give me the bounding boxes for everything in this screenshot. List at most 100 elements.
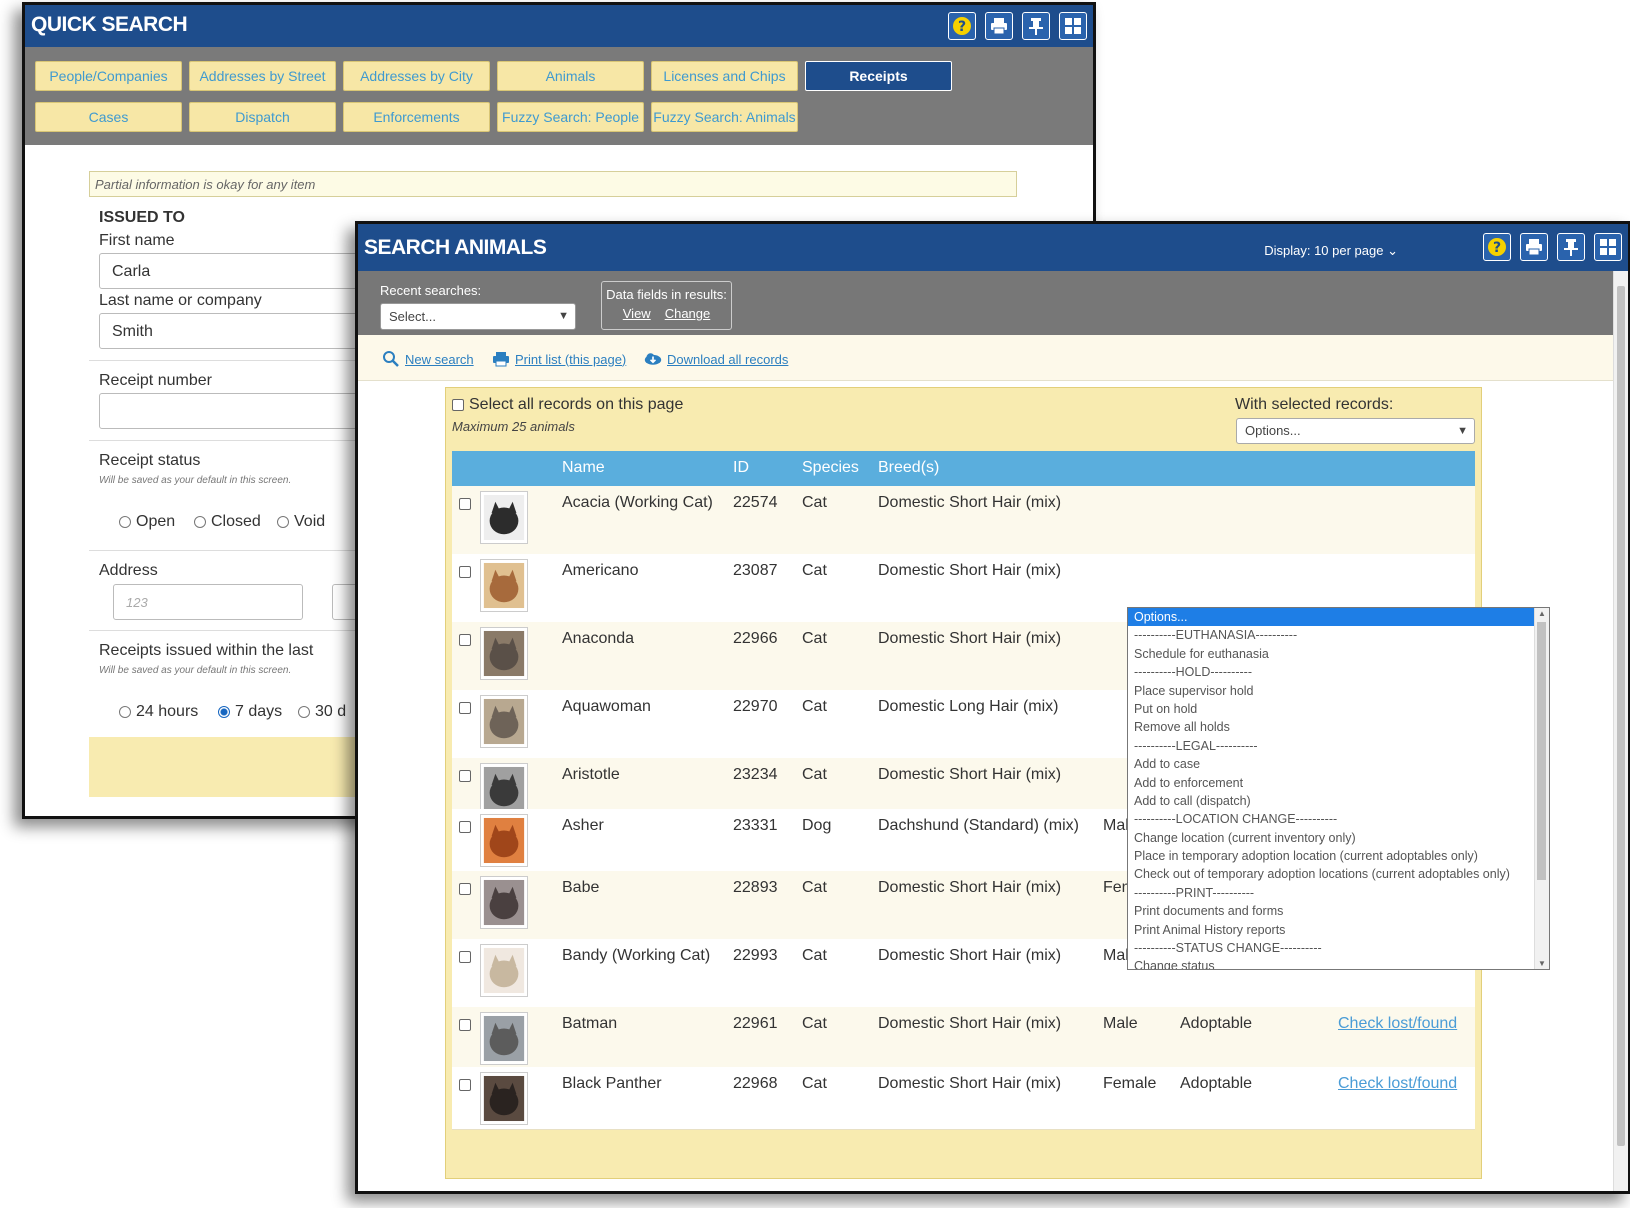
dropdown-option[interactable]: Place in temporary adoption location (cu… (1128, 847, 1549, 865)
dropdown-option[interactable]: Add to call (dispatch) (1128, 792, 1549, 810)
display-per-page-dropdown[interactable]: Display: 10 per page ⌄ (1264, 243, 1398, 259)
animal-photo[interactable] (480, 627, 528, 680)
check-lost-found-link[interactable]: Check lost/found (1338, 1015, 1457, 1033)
row-checkbox[interactable] (459, 951, 471, 963)
dropdown-option[interactable]: ----------STATUS CHANGE---------- (1128, 939, 1549, 957)
tab-people-companies[interactable]: People/Companies (35, 61, 182, 91)
change-fields-link[interactable]: Change (665, 306, 711, 321)
pin-icon[interactable] (1022, 12, 1050, 40)
row-checkbox[interactable] (459, 498, 471, 510)
data-fields-box: Data fields in results: View Change (601, 281, 732, 330)
animal-photo[interactable] (480, 1072, 528, 1125)
status-void-radio[interactable]: Void (277, 513, 325, 531)
dropdown-option[interactable]: Check out of temporary adoption location… (1128, 865, 1549, 883)
with-selected-select[interactable]: Options... ▼ (1236, 418, 1475, 444)
address-label: Address (99, 562, 158, 579)
table-row[interactable]: Black Panther 22968 Cat Domestic Short Hair… (452, 1067, 1475, 1130)
window-scrollbar[interactable] (1613, 271, 1628, 1191)
tab-animals[interactable]: Animals (497, 61, 644, 91)
column-species[interactable]: Species (802, 459, 859, 477)
layout-grid-icon[interactable] (1594, 233, 1622, 261)
dropdown-option[interactable]: Change status (1128, 957, 1549, 969)
tab-fuzzy-search-people[interactable]: Fuzzy Search: People (497, 102, 644, 132)
print-icon[interactable] (1520, 233, 1548, 261)
row-checkbox[interactable] (459, 1079, 471, 1091)
select-all-checkbox[interactable]: Select all records on this page (452, 396, 683, 414)
tab-addresses-by-city[interactable]: Addresses by City (343, 61, 490, 91)
tab-receipts[interactable]: Receipts (805, 61, 952, 91)
dropdown-option[interactable]: Place supervisor hold (1128, 682, 1549, 700)
animal-photo[interactable] (480, 1012, 528, 1065)
pin-icon[interactable] (1557, 233, 1585, 261)
first-name-input[interactable]: Carla (99, 253, 399, 289)
column-breeds[interactable]: Breed(s) (878, 459, 939, 477)
tab-dispatch[interactable]: Dispatch (189, 102, 336, 132)
animal-photo[interactable] (480, 491, 528, 544)
animal-photo[interactable] (480, 876, 528, 929)
tab-addresses-by-street[interactable]: Addresses by Street (189, 61, 336, 91)
tab-licenses-and-chips[interactable]: Licenses and Chips (651, 61, 798, 91)
dropdown-option[interactable]: ----------HOLD---------- (1128, 663, 1549, 681)
receipt-number-input[interactable] (99, 393, 399, 429)
options-scrollbar[interactable]: ▲ ▼ (1534, 608, 1549, 969)
row-checkbox[interactable] (459, 702, 471, 714)
dropdown-option[interactable]: ----------LEGAL---------- (1128, 737, 1549, 755)
animal-id: 22574 (733, 494, 778, 511)
table-row[interactable]: Batman 22961 Cat Domestic Short Hair (mix) M… (452, 1007, 1475, 1068)
dropdown-option[interactable]: ----------PRINT---------- (1128, 884, 1549, 902)
help-icon[interactable]: ? (1483, 233, 1511, 261)
row-checkbox[interactable] (459, 821, 471, 833)
quick-search-title: QUICK SEARCH (31, 13, 188, 36)
column-id[interactable]: ID (733, 459, 749, 477)
results-panel: Select all records on this page Maximum … (445, 387, 1550, 1179)
dropdown-option[interactable]: Print documents and forms (1128, 902, 1549, 920)
status-closed-radio[interactable]: Closed (194, 513, 261, 531)
print-icon[interactable] (985, 12, 1013, 40)
check-lost-found-link[interactable]: Check lost/found (1338, 1075, 1457, 1093)
dropdown-option[interactable]: ----------EUTHANASIA---------- (1128, 626, 1549, 644)
dropdown-option[interactable]: Put on hold (1128, 700, 1549, 718)
row-checkbox[interactable] (459, 566, 471, 578)
dropdown-option[interactable]: Add to enforcement (1128, 774, 1549, 792)
dropdown-option[interactable]: Print Animal History reports (1128, 921, 1549, 939)
recent-searches-select[interactable]: Select... ▼ (380, 303, 576, 330)
within-24-hours-radio[interactable]: 24 hours (119, 703, 198, 721)
within-7-days-radio[interactable]: 7 days (218, 703, 282, 721)
help-icon[interactable]: ? (948, 12, 976, 40)
animal-name: Black Panther (562, 1075, 662, 1092)
last-name-input[interactable]: Smith (99, 313, 399, 349)
dropdown-option[interactable]: Change location (current inventory only) (1128, 829, 1549, 847)
dropdown-option[interactable]: Remove all holds (1128, 718, 1549, 736)
table-row[interactable]: Acacia (Working Cat) 22574 Cat Domestic Sho… (452, 486, 1475, 555)
dropdown-option[interactable]: Add to case (1128, 755, 1549, 773)
printer-icon (493, 352, 509, 367)
with-selected-options-list[interactable]: Options... ----------EUTHANASIA----------… (1127, 607, 1550, 970)
row-checkbox[interactable] (459, 634, 471, 646)
tab-fuzzy-search-animals[interactable]: Fuzzy Search: Animals (651, 102, 798, 132)
download-records-link[interactable]: Download all records (644, 350, 788, 368)
row-checkbox[interactable] (459, 1019, 471, 1031)
status-open-radio[interactable]: Open (119, 513, 175, 531)
animal-name: Americano (562, 562, 639, 579)
table-header: Name ID Species Breed(s) (452, 451, 1475, 486)
animal-photo[interactable] (480, 695, 528, 748)
animal-id: 22970 (733, 698, 778, 715)
address-number-input[interactable]: 123 (113, 584, 303, 620)
within-30-days-radio[interactable]: 30 d (298, 703, 346, 721)
animal-id: 23234 (733, 766, 778, 783)
layout-grid-icon[interactable] (1059, 12, 1087, 40)
view-fields-link[interactable]: View (623, 306, 651, 321)
column-name[interactable]: Name (562, 459, 605, 477)
dropdown-option[interactable]: Options... (1128, 608, 1549, 627)
row-checkbox[interactable] (459, 883, 471, 895)
dropdown-option[interactable]: ----------LOCATION CHANGE---------- (1128, 810, 1549, 828)
tab-enforcements[interactable]: Enforcements (343, 102, 490, 132)
dropdown-option[interactable]: Schedule for euthanasia (1128, 645, 1549, 663)
animal-photo[interactable] (480, 814, 528, 867)
tab-cases[interactable]: Cases (35, 102, 182, 132)
new-search-link[interactable]: New search (382, 350, 474, 368)
row-checkbox[interactable] (459, 770, 471, 782)
print-list-link[interactable]: Print list (this page) (492, 350, 626, 368)
animal-photo[interactable] (480, 559, 528, 612)
animal-photo[interactable] (480, 944, 528, 997)
